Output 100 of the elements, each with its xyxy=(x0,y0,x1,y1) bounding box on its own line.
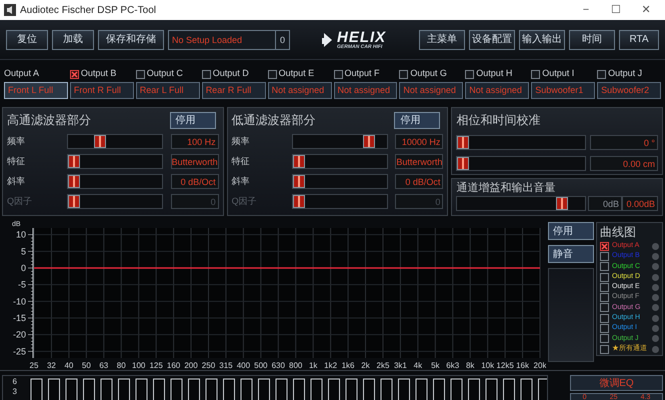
x-tick-label: 2k5 xyxy=(376,361,390,370)
slider-track[interactable] xyxy=(67,194,163,209)
output-assignment-button[interactable]: Subwoofer2 xyxy=(597,82,661,99)
nav-button[interactable]: 主菜单 xyxy=(419,30,465,50)
checkbox[interactable] xyxy=(202,70,211,78)
nav-button[interactable]: 输入输出 xyxy=(519,30,565,50)
x-tick-label: 800 xyxy=(289,361,302,370)
app-icon xyxy=(4,4,16,16)
x-tick-label: 1k6 xyxy=(342,361,355,370)
checkbox[interactable] xyxy=(399,70,408,78)
value-field: Butterworth xyxy=(170,154,219,169)
x-tick-label: 2k xyxy=(361,361,370,370)
checkbox[interactable] xyxy=(600,344,609,354)
checkbox[interactable] xyxy=(268,70,277,78)
checkbox[interactable] xyxy=(600,262,609,272)
panel-title: 相位和时间校准 xyxy=(456,112,542,129)
minimize-button[interactable]: − xyxy=(571,2,601,18)
checkbox[interactable] xyxy=(600,252,609,261)
checkbox[interactable] xyxy=(600,324,609,334)
window-title: Audiotec Fischer DSP PC-Tool xyxy=(20,4,156,18)
output-assignment-button[interactable]: Not assigned xyxy=(399,82,464,99)
slider-thumb[interactable] xyxy=(94,135,106,148)
toolbar-button[interactable]: 复位 xyxy=(6,30,48,50)
slider-track[interactable] xyxy=(456,156,586,171)
x-tick-label: 315 xyxy=(219,361,233,370)
slider-track[interactable] xyxy=(292,154,388,169)
row-label: 频率 xyxy=(7,134,26,148)
disable-button[interactable]: 停用 xyxy=(394,112,440,128)
checkbox[interactable] xyxy=(600,282,609,292)
y-tick-label: 0 xyxy=(20,263,26,273)
maximize-button[interactable]: ☐ xyxy=(601,2,631,18)
panel-title: 曲线图 xyxy=(600,224,637,241)
checkbox[interactable] xyxy=(531,70,540,78)
y-tick-label: 10 xyxy=(16,230,26,240)
setup-number: 0 xyxy=(275,30,289,48)
disable-button[interactable]: 停用 xyxy=(170,112,216,128)
output-label: Output I xyxy=(542,67,574,80)
output-assignment-button[interactable]: Front R Full xyxy=(70,82,134,99)
slider-track[interactable] xyxy=(456,135,586,150)
x-tick-label: 6k3 xyxy=(446,361,460,370)
checkbox[interactable] xyxy=(600,303,609,312)
reference-field: 0dB xyxy=(588,196,622,211)
slider-track[interactable] xyxy=(67,174,163,189)
slider-thumb[interactable] xyxy=(292,175,305,188)
slider-track[interactable] xyxy=(67,134,163,149)
x-tick-label: 400 xyxy=(236,361,250,370)
slider-thumb[interactable] xyxy=(68,155,80,168)
output-assignment-button[interactable]: Subwoofer1 xyxy=(531,82,596,99)
y-tick-label: -25 xyxy=(12,346,26,356)
output-assignment-button[interactable]: Not assigned xyxy=(268,82,332,99)
slider-thumb[interactable] xyxy=(68,175,80,188)
checkbox[interactable] xyxy=(70,70,79,78)
output-assignment-button[interactable]: Not assigned xyxy=(465,82,530,99)
output-assignment-button[interactable]: Rear R Full xyxy=(202,82,266,99)
slider-track[interactable] xyxy=(67,154,163,169)
slider-thumb[interactable] xyxy=(363,135,376,148)
row-label: 特征 xyxy=(232,154,251,168)
toolbar-button[interactable]: 加载 xyxy=(52,30,94,50)
slider-track[interactable] xyxy=(292,174,388,189)
slider-thumb[interactable] xyxy=(292,155,305,168)
output-label: Output G xyxy=(410,67,447,80)
toolbar-button[interactable]: 保存和存储 xyxy=(98,30,164,50)
chart-button[interactable]: 静音 xyxy=(548,245,594,263)
slider-thumb[interactable] xyxy=(556,197,568,210)
output-label: Output H xyxy=(476,67,512,80)
checkbox[interactable] xyxy=(136,70,145,78)
slider-track[interactable] xyxy=(292,134,388,149)
slider-thumb[interactable] xyxy=(457,136,470,149)
nav-button[interactable]: 设备配置 xyxy=(469,30,515,50)
checkbox[interactable] xyxy=(600,334,609,344)
nav-button[interactable]: 时间 xyxy=(569,30,615,50)
row-label: Q因子 xyxy=(7,194,34,208)
x-tick-label: 5k xyxy=(431,361,440,370)
slider-track[interactable] xyxy=(292,194,388,209)
checkbox[interactable] xyxy=(465,70,474,78)
y-tick-label: -20 xyxy=(12,330,26,340)
value-field: 10000 Hz xyxy=(395,134,444,149)
value-field: 100 Hz xyxy=(170,134,219,149)
chart-button[interactable]: 停用 xyxy=(548,222,594,240)
output-assignment-button[interactable]: Not assigned xyxy=(334,82,398,99)
nav-button[interactable]: RTA xyxy=(619,30,659,50)
close-button[interactable]: ✕ xyxy=(631,2,661,18)
logo-text: HELIX xyxy=(337,30,386,44)
y-tick-label: -15 xyxy=(12,313,26,323)
checkbox[interactable] xyxy=(600,314,609,323)
panel-title: 通道增益和输出音量 xyxy=(456,181,556,194)
checkbox[interactable] xyxy=(600,293,609,302)
x-tick-label: 160 xyxy=(166,361,180,370)
fine-eq-button[interactable]: 微调EQ xyxy=(570,375,663,391)
checkbox[interactable] xyxy=(334,70,342,78)
output-label: Output F xyxy=(344,67,380,80)
checkbox[interactable] xyxy=(597,70,606,78)
checkbox[interactable] xyxy=(600,272,609,282)
row-label: 斜率 xyxy=(232,174,251,188)
output-label: Output D xyxy=(212,67,249,80)
checkbox[interactable] xyxy=(600,242,609,251)
value-field: 0.00 cm xyxy=(590,156,658,171)
output-assignment-button[interactable]: Rear L Full xyxy=(136,82,200,99)
x-tick-label: 16k xyxy=(516,361,529,370)
slider-thumb[interactable] xyxy=(457,157,470,170)
